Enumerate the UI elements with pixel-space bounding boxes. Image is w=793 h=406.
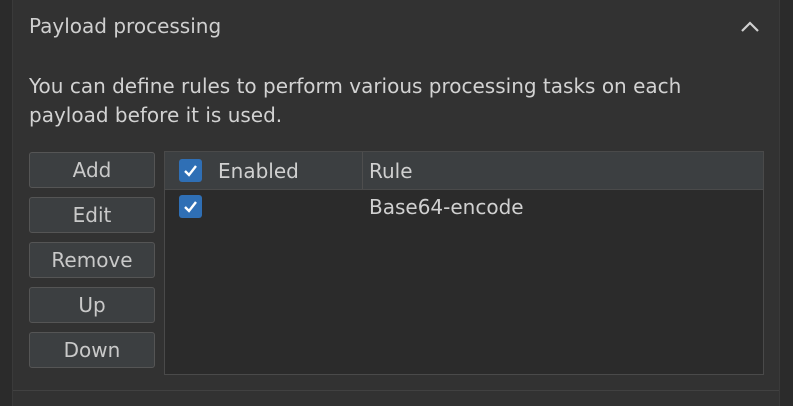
column-header-rule[interactable]: Rule [369,159,413,183]
select-all-checkbox[interactable] [179,159,202,182]
section-description: You can define rules to perform various … [29,74,682,127]
column-divider[interactable] [362,152,363,189]
checkmark-icon [184,165,197,177]
remove-button[interactable]: Remove [29,242,155,278]
table-header: Enabled Rule [165,152,763,190]
add-button[interactable]: Add [29,152,155,188]
up-button[interactable]: Up [29,287,155,323]
row-enabled-checkbox[interactable] [179,195,202,218]
section-title: Payload processing [29,14,222,38]
edit-button[interactable]: Edit [29,197,155,233]
row-rule-name: Base64-encode [369,195,524,219]
divider [13,390,779,391]
column-header-enabled[interactable]: Enabled [218,159,299,183]
processing-rules-table: Enabled Rule Base64-encode [164,151,764,375]
chevron-up-icon[interactable] [739,16,761,38]
down-button[interactable]: Down [29,332,155,368]
table-row[interactable]: Base64-encode [165,190,763,224]
checkmark-icon [184,201,197,213]
payload-processing-panel: Payload processing You can define rules … [12,0,780,406]
